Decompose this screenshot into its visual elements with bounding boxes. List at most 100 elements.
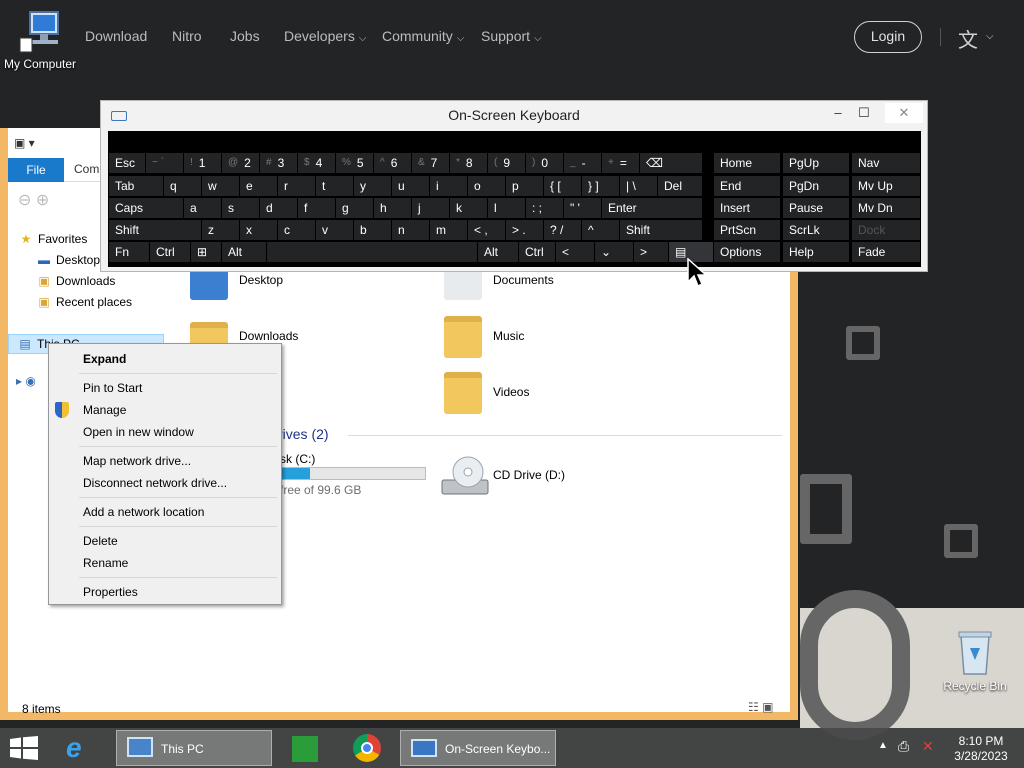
key-row4-7[interactable]: m — [430, 220, 467, 240]
recycle-bin-desktop-icon[interactable]: Recycle Bin — [940, 630, 1010, 693]
cd-drive-icon[interactable] — [440, 454, 490, 498]
nav-support[interactable]: Support ⌵ — [481, 28, 542, 44]
key-row2-11[interactable]: { [ — [544, 176, 581, 196]
system-clock[interactable]: 8:10 PM 3/28/2023 — [948, 734, 1014, 764]
key-row2-7[interactable]: u — [392, 176, 429, 196]
key-nav[interactable]: Nav — [852, 153, 920, 173]
key-num-9[interactable]: * 8 — [450, 153, 487, 173]
key-row4-11[interactable]: ^ — [582, 220, 619, 240]
nav-community[interactable]: Community ⌵ — [382, 28, 464, 44]
windows-start-icon[interactable] — [10, 736, 38, 760]
menu-rename[interactable]: Rename — [83, 556, 128, 570]
login-button[interactable]: Login — [854, 21, 922, 53]
key-row2-5[interactable]: t — [316, 176, 353, 196]
nav-jobs[interactable]: Jobs — [230, 28, 260, 44]
taskbar-ie[interactable]: e — [58, 730, 106, 766]
close-button[interactable]: ✕ — [885, 103, 923, 123]
key-row4-6[interactable]: n — [392, 220, 429, 240]
translate-icon[interactable]: 文 — [958, 24, 978, 53]
key-row2-6[interactable]: y — [354, 176, 391, 196]
key-row4-10[interactable]: ? / — [544, 220, 581, 240]
key-num-4[interactable]: #3 — [260, 153, 297, 173]
key-help[interactable]: Help — [783, 242, 849, 262]
key-num-11[interactable]: ) 0 — [526, 153, 563, 173]
key-row3-2[interactable]: s — [222, 198, 259, 218]
key-ctrl-left[interactable]: Ctrl — [150, 242, 190, 262]
folder-desktop[interactable]: Desktop — [239, 273, 283, 287]
key-row4-4[interactable]: v — [316, 220, 353, 240]
key-pause[interactable]: Pause — [783, 198, 849, 218]
key-backspace[interactable]: ⌫ — [640, 153, 702, 173]
key-shift-left[interactable]: Shift — [109, 220, 201, 240]
tab-file[interactable]: File — [8, 158, 64, 182]
tree-downloads[interactable]: ▣ Downloads — [36, 274, 115, 288]
menu-properties[interactable]: Properties — [83, 585, 138, 599]
key-row3-8[interactable]: k — [450, 198, 487, 218]
key-row2-12[interactable]: } ] — [582, 176, 619, 196]
key-row4-3[interactable]: c — [278, 220, 315, 240]
key-home[interactable]: Home — [714, 153, 780, 173]
key-dock[interactable]: Dock — [852, 220, 920, 240]
view-toggle-buttons[interactable]: ☷ ▣ — [748, 700, 773, 714]
key-shift-right[interactable]: Shift — [620, 220, 702, 240]
quick-access-toolbar[interactable]: ▣ ▾ — [14, 136, 35, 150]
menu-add-network-location[interactable]: Add a network location — [83, 505, 204, 519]
drive-d-label[interactable]: CD Drive (D:) — [493, 468, 565, 482]
key-row4-5[interactable]: b — [354, 220, 391, 240]
menu-open-new-window[interactable]: Open in new window — [83, 425, 194, 439]
key-row4-9[interactable]: > . — [506, 220, 543, 240]
key-options[interactable]: Options — [714, 242, 780, 262]
key-num-2[interactable]: ! 1 — [184, 153, 221, 173]
key-fn[interactable]: Fn — [109, 242, 149, 262]
menu-disconnect-network-drive[interactable]: Disconnect network drive... — [83, 476, 227, 490]
key-num-6[interactable]: % 5 — [336, 153, 373, 173]
maximize-button[interactable]: ☐ — [851, 103, 877, 123]
key-row3-6[interactable]: h — [374, 198, 411, 218]
tree-favorites[interactable]: ★ Favorites — [18, 232, 88, 246]
key-enter[interactable]: Enter — [602, 198, 702, 218]
key-space[interactable] — [267, 242, 477, 262]
key-num-13[interactable]: + = — [602, 153, 639, 173]
key-num-7[interactable]: ^ 6 — [374, 153, 411, 173]
key-mv-dn[interactable]: Mv Dn — [852, 198, 920, 218]
key-tab[interactable]: Tab — [109, 176, 163, 196]
folder-videos[interactable]: Videos — [493, 385, 529, 399]
back-icon[interactable]: ⊖ — [18, 192, 31, 209]
key-mv-up[interactable]: Mv Up — [852, 176, 920, 196]
key-row2-13[interactable]: | \ — [620, 176, 657, 196]
key-num-10[interactable]: (9 — [488, 153, 525, 173]
volume-muted-icon[interactable]: ✕ — [922, 738, 934, 755]
nav-download[interactable]: Download — [85, 28, 147, 44]
key-row3-11[interactable]: " ' — [564, 198, 601, 218]
tray-expand-icon[interactable]: ▲ — [878, 740, 888, 751]
drive-c-label[interactable]: sk (C:) — [280, 452, 315, 466]
key-row3-9[interactable]: l — [488, 198, 525, 218]
folder-downloads[interactable]: Downloads — [239, 329, 298, 343]
key-row3-3[interactable]: d — [260, 198, 297, 218]
minimize-button[interactable]: – — [825, 103, 851, 123]
key-row4-1[interactable]: z — [202, 220, 239, 240]
key-delete[interactable]: Del — [658, 176, 702, 196]
key-fade[interactable]: Fade — [852, 242, 920, 262]
key-prtscn[interactable]: PrtScn — [714, 220, 780, 240]
key-num-3[interactable]: @2 — [222, 153, 259, 173]
key-row2-8[interactable]: i — [430, 176, 467, 196]
folder-documents[interactable]: Documents — [493, 273, 554, 287]
videos-folder-icon[interactable] — [444, 372, 482, 414]
tree-recent-places[interactable]: ▣ Recent places — [36, 295, 132, 309]
key-num-8[interactable]: & 7 — [412, 153, 449, 173]
key-row3-7[interactable]: j — [412, 198, 449, 218]
key-row2-1[interactable]: q — [164, 176, 201, 196]
key-num-12[interactable]: _ - — [564, 153, 601, 173]
key-end[interactable]: End — [714, 176, 780, 196]
key-caps[interactable]: Caps — [109, 198, 183, 218]
taskbar-chrome[interactable] — [348, 730, 388, 766]
key-ctrl-right[interactable]: Ctrl — [519, 242, 555, 262]
key-row2-10[interactable]: p — [506, 176, 543, 196]
tree-network[interactable]: ▸ ◉ — [16, 374, 36, 388]
key-num-5[interactable]: $4 — [298, 153, 335, 173]
music-folder-icon[interactable] — [444, 316, 482, 358]
key-right-arrow[interactable]: > — [634, 242, 668, 262]
key-scrlk[interactable]: ScrLk — [783, 220, 849, 240]
key-windows[interactable]: ⊞ — [191, 242, 221, 262]
